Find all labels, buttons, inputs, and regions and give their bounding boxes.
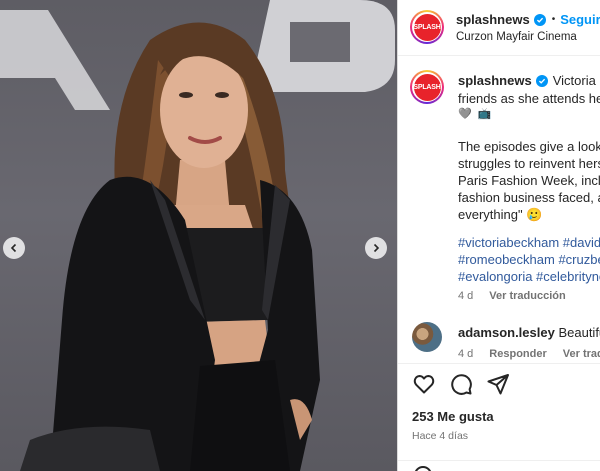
translate-caption-link[interactable]: Ver traducción	[489, 290, 565, 302]
heart-emoji: 🩶	[458, 108, 472, 120]
previous-photo-button[interactable]	[3, 237, 25, 259]
author-username[interactable]: splashnews	[456, 12, 530, 27]
like-button[interactable]	[412, 372, 436, 396]
send-icon	[487, 374, 509, 395]
post-actions: 253 Me gusta Hace 4 días	[398, 363, 600, 471]
comment-button[interactable]	[449, 372, 473, 396]
caption-paragraph-line: struggles to reinvent herse	[458, 156, 600, 171]
splash-logo: SPLASH	[413, 13, 441, 41]
caption-line: friends as she attends her	[458, 91, 600, 106]
caption-paragraph-line: The episodes give a look i	[458, 139, 600, 154]
follow-button[interactable]: Seguir	[560, 12, 600, 27]
post-side-panel: SPLASH splashnews • Seguir Curzon Mayfai…	[397, 0, 600, 471]
verified-badge-icon	[533, 13, 546, 26]
hashtags: #victoriabeckham #davidb #romeobeckham #…	[458, 234, 600, 285]
next-photo-button[interactable]	[365, 237, 387, 259]
splash-logo: SPLASH	[413, 73, 441, 101]
comment-meta: 4 d Responder Ver traducc	[458, 348, 600, 360]
tv-emoji: 📺	[477, 108, 492, 120]
separator-dot: •	[551, 14, 556, 25]
caption-emojis: 🩶 📺	[458, 107, 491, 120]
heart-icon	[413, 375, 435, 394]
photo-illustration	[0, 0, 395, 471]
chevron-left-icon	[10, 243, 17, 253]
add-comment-bar[interactable]	[398, 460, 600, 471]
comment-age: 4 d	[458, 348, 474, 360]
action-icons	[412, 372, 510, 396]
chevron-right-icon	[373, 243, 380, 253]
hashtag-line[interactable]: #victoriabeckham #davidb	[458, 234, 600, 251]
verified-badge-icon	[535, 74, 548, 87]
comment-text: Beautiful	[558, 325, 600, 340]
post-date: Hace 4 días	[412, 430, 469, 442]
comment-icon	[451, 374, 472, 395]
caption-first-line: splashnews Victoria Bec	[458, 73, 600, 88]
share-button[interactable]	[486, 372, 510, 396]
comments-section[interactable]: SPLASH splashnews Victoria Bec friends a…	[398, 56, 600, 363]
caption-age: 4 d	[458, 290, 474, 302]
caption-meta: 4 d Ver traducción	[458, 290, 566, 302]
reply-link[interactable]: Responder	[489, 348, 546, 360]
author-line: splashnews • Seguir	[456, 12, 600, 27]
author-avatar[interactable]: SPLASH	[410, 10, 444, 44]
caption-username[interactable]: splashnews	[458, 73, 532, 88]
hashtag-line[interactable]: #romeobeckham #cruzbe	[458, 251, 600, 268]
post-photo[interactable]	[0, 0, 397, 471]
hashtag-line[interactable]: #evalongoria #celebrityne	[458, 268, 600, 285]
post-header: SPLASH splashnews • Seguir Curzon Mayfai…	[398, 0, 600, 56]
comment-line: adamson.lesley Beautiful	[458, 324, 600, 341]
emoji-icon[interactable]	[414, 466, 432, 471]
caption-paragraph-line: Paris Fashion Week, includ	[458, 173, 600, 188]
translate-comment-link[interactable]: Ver traducc	[563, 348, 600, 360]
commenter-avatar[interactable]	[412, 322, 442, 352]
likes-count[interactable]: 253 Me gusta	[412, 409, 494, 424]
post-location[interactable]: Curzon Mayfair Cinema	[456, 31, 577, 43]
caption-paragraph-line: everything" 🥲	[458, 207, 543, 222]
caption-author-avatar[interactable]: SPLASH	[410, 70, 444, 104]
commenter-username[interactable]: adamson.lesley	[458, 325, 555, 340]
caption-text-start: Victoria Bec	[552, 73, 600, 88]
caption-paragraph-line: fashion business faced, an	[458, 190, 600, 205]
